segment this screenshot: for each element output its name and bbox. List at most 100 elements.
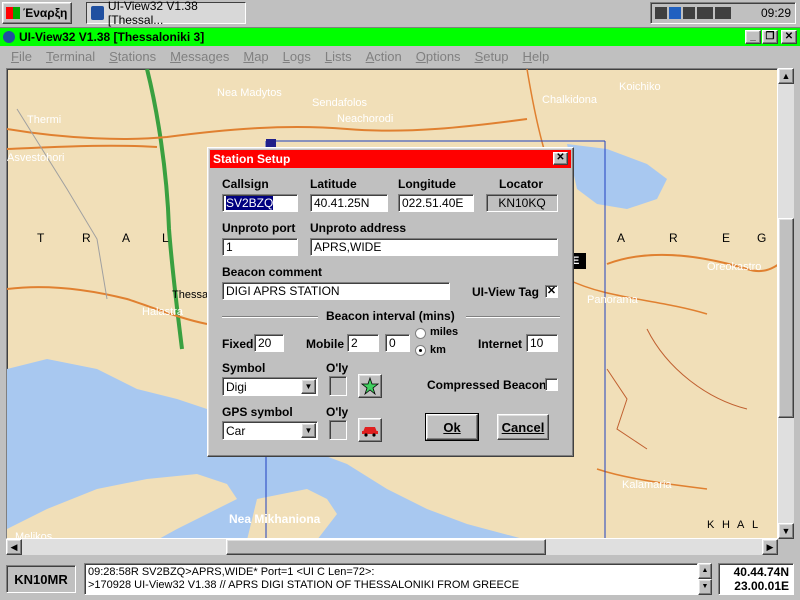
separator	[222, 316, 318, 318]
longitude-input[interactable]: 022.51.40E	[398, 194, 474, 212]
map-label: Asvestohori	[7, 152, 65, 164]
taskbar-app-label: UI-View32 V1.38 [Thessal...	[107, 0, 198, 27]
callsign-value: SV2BZQ	[226, 196, 274, 210]
packet-console: 09:28:58R SV2BZQ>APRS,WIDE* Port=1 <UI C…	[84, 563, 698, 595]
windows-logo-icon	[6, 7, 20, 19]
taskbar-app-button[interactable]: UI-View32 V1.38 [Thessal...	[86, 0, 246, 27]
compressed-beacon-label: Compressed Beacon	[427, 378, 547, 392]
scroll-up-button[interactable]: ▲	[778, 68, 794, 84]
internet-label: Internet	[478, 337, 523, 351]
uiview-tag-label: UI-View Tag	[472, 285, 539, 299]
km-label: km	[430, 344, 446, 356]
app-icon[interactable]	[3, 31, 15, 43]
separator	[466, 316, 560, 318]
symbol-select[interactable]: Digi ▼	[222, 377, 318, 396]
latitude-input[interactable]: 40.41.25N	[310, 194, 388, 212]
scroll-down-button[interactable]: ▼	[778, 523, 794, 539]
ok-button[interactable]: Ok	[425, 413, 479, 441]
menu-help[interactable]: Help	[516, 49, 557, 64]
map-label: Nea Mikhaniona	[229, 512, 321, 526]
longitude-readout: 23.00.01E	[734, 579, 789, 593]
latitude-label: Latitude	[310, 177, 357, 191]
dialog-title-bar[interactable]: Station Setup ✕	[210, 150, 571, 168]
locator-display: KN10MR	[6, 565, 76, 593]
gps-symbol-picker-button[interactable]	[358, 418, 382, 442]
cancel-button[interactable]: Cancel	[497, 414, 549, 440]
scroll-thumb[interactable]	[778, 218, 794, 418]
map-horizontal-scrollbar[interactable]: ◀ ▶	[6, 539, 778, 555]
symbol-value: Digi	[226, 380, 247, 394]
gps-overlay-box[interactable]	[329, 420, 347, 440]
menu-stations[interactable]: Stations	[102, 49, 163, 64]
tray-icon[interactable]	[669, 7, 681, 19]
symbol-overlay-box[interactable]	[329, 376, 347, 396]
fixed-interval-input[interactable]: 20	[254, 334, 284, 352]
menu-map[interactable]: Map	[236, 49, 275, 64]
scroll-right-button[interactable]: ▶	[762, 539, 778, 555]
map-label: Koichiko	[619, 81, 661, 93]
unproto-address-input[interactable]: APRS,WIDE	[310, 238, 558, 256]
scroll-down-button[interactable]: ▼	[698, 579, 712, 595]
callsign-input[interactable]: SV2BZQ	[222, 194, 298, 212]
map-label: A	[617, 231, 626, 245]
window-title: UI-View32 V1.38 [Thessaloniki 3]	[19, 30, 205, 44]
tray-icon[interactable]	[715, 7, 731, 19]
map-label: Kalamaria	[622, 479, 672, 491]
system-tray: 09:29	[650, 2, 796, 24]
taskbar: Έναρξη UI-View32 V1.38 [Thessal... 09:29	[0, 0, 800, 28]
miles-radio[interactable]	[415, 328, 426, 339]
scroll-thumb[interactable]	[226, 539, 546, 555]
beacon-interval-label: Beacon interval (mins)	[326, 309, 455, 323]
gps-symbol-select[interactable]: Car ▼	[222, 421, 318, 440]
cursor-coordinates: 40.44.74N 23.00.01E	[718, 563, 794, 595]
start-button[interactable]: Έναρξη	[2, 2, 72, 24]
menu-setup[interactable]: Setup	[468, 49, 516, 64]
car-icon	[362, 427, 378, 437]
menu-options[interactable]: Options	[409, 49, 468, 64]
map-label: Panorama	[587, 294, 638, 306]
map-label: R	[82, 231, 91, 245]
menu-file[interactable]: File	[4, 49, 39, 64]
close-button[interactable]: ✕	[781, 30, 797, 44]
menu-logs[interactable]: Logs	[276, 49, 318, 64]
menu-lists[interactable]: Lists	[318, 49, 359, 64]
uiview-tag-checkbox[interactable]: ✕	[545, 285, 558, 298]
map-label: A	[122, 231, 131, 245]
minimize-button[interactable]: _	[745, 30, 761, 44]
tray-icon[interactable]	[655, 7, 667, 19]
clock[interactable]: 09:29	[761, 6, 791, 20]
mobile-distance-input[interactable]: 0	[385, 334, 410, 352]
menu-messages[interactable]: Messages	[163, 49, 236, 64]
chevron-down-icon[interactable]: ▼	[301, 379, 316, 394]
menu-terminal[interactable]: Terminal	[39, 49, 102, 64]
map-label: Halastra	[142, 306, 183, 318]
beacon-comment-input[interactable]: DIGI APRS STATION	[222, 282, 450, 300]
restore-button[interactable]: ❐	[762, 30, 778, 44]
gps-symbol-label: GPS symbol	[222, 405, 293, 419]
tray-icon[interactable]	[697, 7, 713, 19]
latitude-readout: 40.44.74N	[733, 565, 789, 579]
scroll-left-button[interactable]: ◀	[6, 539, 22, 555]
mobile-interval-input[interactable]: 2	[347, 334, 379, 352]
overlay2-label: O'ly	[326, 405, 349, 419]
map-label: Chalkidona	[542, 94, 598, 106]
unproto-port-input[interactable]: 1	[222, 238, 298, 256]
locator-readonly: KN10KQ	[486, 194, 558, 212]
dialog-close-button[interactable]: ✕	[553, 152, 568, 165]
gps-symbol-value: Car	[226, 424, 246, 438]
console-scrollbar[interactable]: ▲ ▼	[698, 563, 712, 595]
map-label: Nea Madytos	[217, 87, 282, 99]
miles-label: miles	[430, 326, 459, 338]
tray-icon[interactable]	[683, 7, 695, 19]
title-bar: UI-View32 V1.38 [Thessaloniki 3] _ ❐ ✕	[0, 28, 800, 46]
menu-action[interactable]: Action	[359, 49, 409, 64]
internet-interval-input[interactable]: 10	[526, 334, 558, 352]
compressed-beacon-checkbox[interactable]	[545, 378, 558, 391]
chevron-down-icon[interactable]: ▼	[301, 423, 316, 438]
map-label: L	[162, 231, 169, 245]
scroll-up-button[interactable]: ▲	[698, 563, 712, 579]
km-radio[interactable]	[415, 345, 426, 356]
map-label: Sendafolos	[312, 97, 368, 109]
symbol-picker-button[interactable]	[358, 374, 382, 398]
map-vertical-scrollbar[interactable]: ▲ ▼	[778, 68, 794, 539]
